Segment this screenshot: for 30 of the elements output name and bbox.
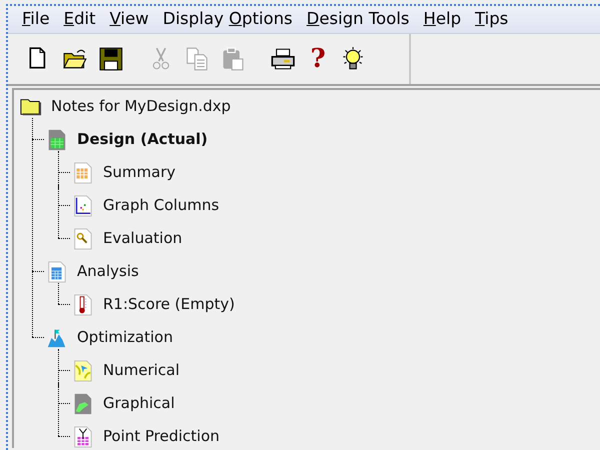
tree-item[interactable]: Design (Actual) (77, 128, 208, 151)
scatter-plot-icon (72, 194, 94, 218)
point-prediction-icon (72, 424, 94, 448)
tree-item[interactable]: Numerical (103, 359, 180, 382)
menu-item[interactable]: Edit (58, 7, 104, 32)
target-map-icon (72, 358, 94, 382)
tree-item[interactable]: Notes for MyDesign.dxp (51, 95, 231, 118)
thermometer-icon (72, 292, 94, 316)
tree-item[interactable]: Graphical (103, 392, 175, 415)
menu-item[interactable]: Design Tools (300, 7, 418, 32)
tree-item[interactable]: Evaluation (103, 227, 182, 250)
menu-item[interactable]: Help (417, 7, 470, 32)
floppy-disk-button[interactable] (98, 46, 124, 72)
calculator-icon (46, 260, 68, 284)
contour-map-icon (72, 392, 94, 416)
menu-item[interactable]: File (16, 7, 58, 32)
menu-item[interactable]: View (104, 7, 157, 32)
help-button[interactable]: ? (306, 46, 330, 72)
menu-item[interactable]: Tips (469, 7, 516, 32)
tree-item[interactable]: Summary (103, 161, 176, 184)
table-icon (72, 160, 94, 184)
tree-item[interactable]: R1:Score (Empty) (103, 293, 235, 316)
printer-button[interactable] (270, 46, 296, 72)
tree-item[interactable]: Point Prediction (103, 425, 220, 448)
spreadsheet-icon (46, 128, 68, 152)
tree-item[interactable]: Graph Columns (103, 194, 220, 217)
menu-item[interactable]: Display Options (156, 7, 301, 32)
magnifier-icon (72, 226, 94, 250)
tree-item[interactable]: Optimization (77, 326, 173, 349)
tree-item[interactable]: Analysis (77, 260, 139, 283)
